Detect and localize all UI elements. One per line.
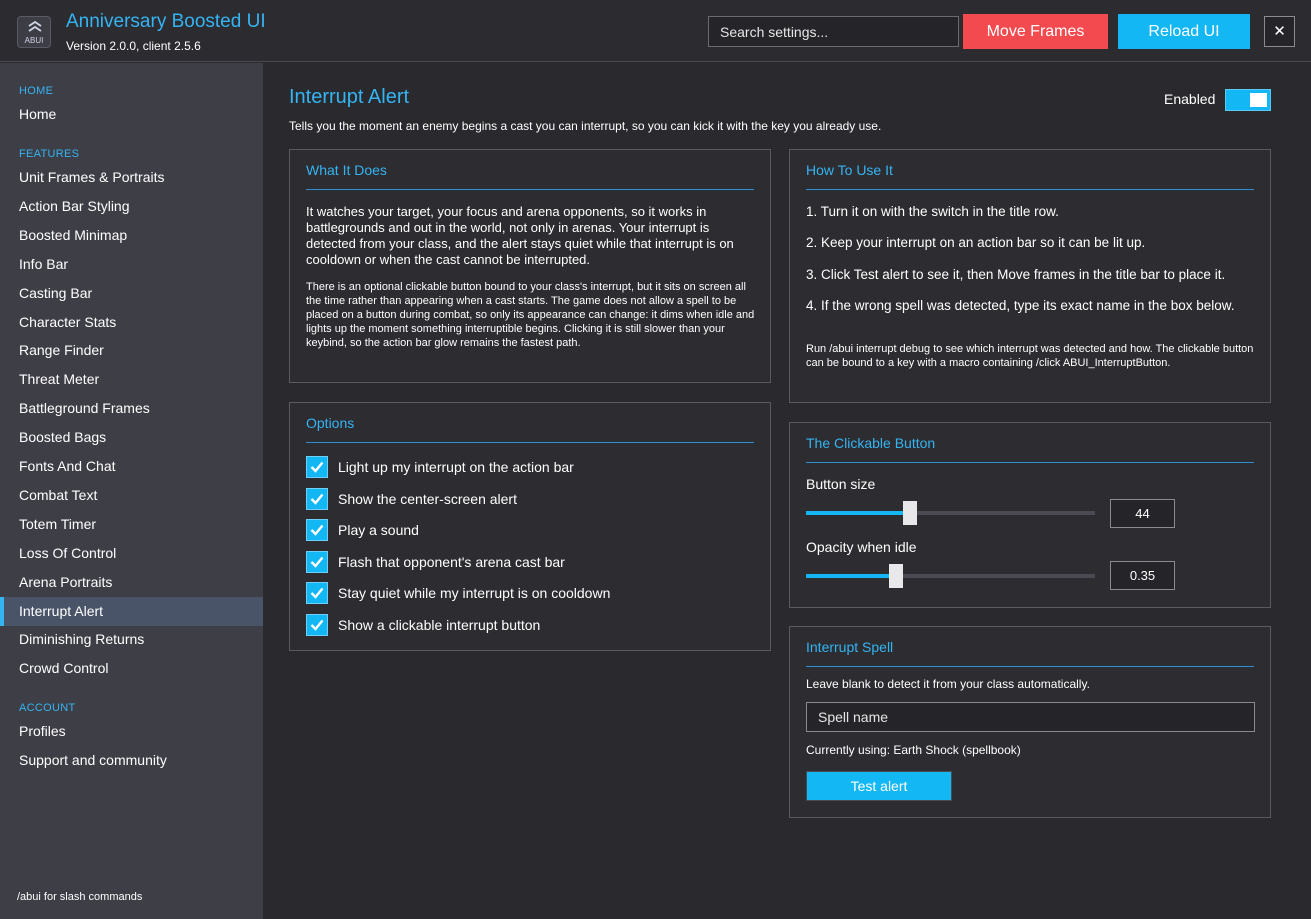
checkmark-icon [310,588,324,600]
slash-command-hint: /abui for slash commands [17,891,143,903]
reload-ui-button[interactable]: Reload UI [1118,14,1250,49]
spell-name-input[interactable] [806,702,1255,732]
checkmark-icon [310,461,324,473]
logo-chevrons-icon [28,20,42,32]
option-checkbox[interactable] [306,614,328,636]
panel-title: Interrupt Spell [806,639,894,655]
sidebar-heading-features: FEATURES [19,148,80,160]
step-4: 4. If the wrong spell was detected, type… [806,298,1235,313]
what-it-does-panel: What It Does It watches your target, you… [289,149,771,383]
sidebar-item-character-stats[interactable]: Character Stats [0,308,263,337]
slider-thumb[interactable] [903,501,918,525]
sidebar-heading-home: HOME [19,85,54,97]
app-logo: ABUI [17,16,51,48]
sidebar-item-threat-meter[interactable]: Threat Meter [0,365,263,394]
sidebar-item-totem-timer[interactable]: Totem Timer [0,510,263,539]
what-it-does-para-1: It watches your target, your focus and a… [306,204,734,267]
panel-title: Options [306,415,355,431]
divider [306,442,754,443]
checkmark-icon [310,524,324,536]
clickable-button-panel: The Clickable Button Button size 44 Opac… [789,422,1271,608]
spell-hint: Leave blank to detect it from your class… [806,677,1090,691]
sidebar-item-range-finder[interactable]: Range Finder [0,336,263,365]
sidebar-item-fonts-and-chat[interactable]: Fonts And Chat [0,452,263,481]
toggle-knob [1250,93,1267,107]
option-label: Light up my interrupt on the action bar [338,459,574,475]
option-checkbox[interactable] [306,487,328,510]
sidebar-item-support[interactable]: Support and community [0,746,263,775]
divider [806,666,1254,667]
current-spell: Currently using: Earth Shock (spellbook) [806,743,1021,757]
checkmark-icon [310,619,324,631]
debug-note: Run /abui interrupt debug to see which i… [806,343,1254,369]
sidebar-item-arena-portraits[interactable]: Arena Portraits [0,568,263,597]
button-size-value[interactable]: 44 [1110,499,1175,528]
sidebar-item-boosted-minimap[interactable]: Boosted Minimap [0,221,263,250]
option-checkbox[interactable] [306,582,328,605]
step-2: 2. Keep your interrupt on an action bar … [806,235,1146,250]
sidebar-item-loss-of-control[interactable]: Loss Of Control [0,539,263,568]
sidebar-item-diminishing-returns[interactable]: Diminishing Returns [0,625,263,654]
page-description: Tells you the moment an enemy begins a c… [289,119,882,133]
page-title: Interrupt Alert [289,86,410,108]
step-1: 1. Turn it on with the switch in the tit… [806,204,1059,219]
opacity-idle-label: Opacity when idle [806,539,917,555]
divider [806,189,1254,190]
how-to-use-panel: How To Use It 1. Turn it on with the swi… [789,149,1271,403]
move-frames-button[interactable]: Move Frames [963,14,1108,49]
close-icon[interactable]: ✕ [1264,16,1295,47]
step-3: 3. Click Test alert to see it, then Move… [806,267,1226,282]
panel-title: What It Does [306,162,387,178]
button-size-slider[interactable] [806,501,1095,525]
option-label: Show a clickable interrupt button [338,617,541,633]
sidebar: HOME Home FEATURES Unit Frames & Portrai… [0,63,263,919]
search-input[interactable] [708,16,959,47]
checkmark-icon [310,493,324,505]
option-label: Stay quiet while my interrupt is on cool… [338,585,611,602]
button-size-label: Button size [806,476,876,492]
app-version: Version 2.0.0, client 2.5.6 [66,39,201,53]
slider-fill [806,574,896,578]
option-label: Show the center-screen alert [338,490,517,507]
enabled-toggle[interactable] [1225,89,1271,111]
checkmark-icon [310,556,324,568]
option-label: Play a sound [338,522,419,539]
sidebar-heading-account: ACCOUNT [19,702,76,714]
sidebar-item-action-bar-styling[interactable]: Action Bar Styling [0,192,263,221]
sidebar-item-battleground-frames[interactable]: Battleground Frames [0,394,263,423]
sidebar-item-casting-bar[interactable]: Casting Bar [0,279,263,308]
option-checkbox[interactable] [306,456,328,478]
sidebar-item-boosted-bags[interactable]: Boosted Bags [0,423,263,452]
opacity-idle-slider[interactable] [806,564,1095,588]
panel-title: How To Use It [806,162,893,178]
option-label: Flash that opponent's arena cast bar [338,553,565,570]
option-checkbox[interactable] [306,550,328,573]
sidebar-item-interrupt-alert[interactable]: Interrupt Alert [0,596,263,626]
option-checkbox[interactable] [306,519,328,542]
opacity-idle-value[interactable]: 0.35 [1110,561,1175,590]
sidebar-item-crowd-control[interactable]: Crowd Control [0,654,263,683]
test-alert-button[interactable]: Test alert [806,771,952,801]
sidebar-item-info-bar[interactable]: Info Bar [0,250,263,279]
what-it-does-para-2: There is an optional clickable button bo… [306,281,755,349]
options-panel: Options Light up my interrupt on the act… [289,402,771,651]
sidebar-item-unit-frames-portraits[interactable]: Unit Frames & Portraits [0,163,263,192]
sidebar-item-home[interactable]: Home [0,100,263,129]
panel-title: The Clickable Button [806,435,936,451]
logo-text: ABUI [24,36,44,45]
sidebar-item-profiles[interactable]: Profiles [0,717,263,746]
title-bar: ABUI Anniversary Boosted UI Version 2.0.… [0,0,1311,62]
slider-fill [806,511,911,515]
divider [806,462,1254,463]
divider [306,189,754,190]
slider-thumb[interactable] [888,564,903,588]
app-title: Anniversary Boosted UI [66,11,266,32]
sidebar-item-combat-text[interactable]: Combat Text [0,481,263,510]
interrupt-spell-panel: Interrupt Spell Leave blank to detect it… [789,626,1271,818]
enabled-label: Enabled [1164,91,1216,107]
